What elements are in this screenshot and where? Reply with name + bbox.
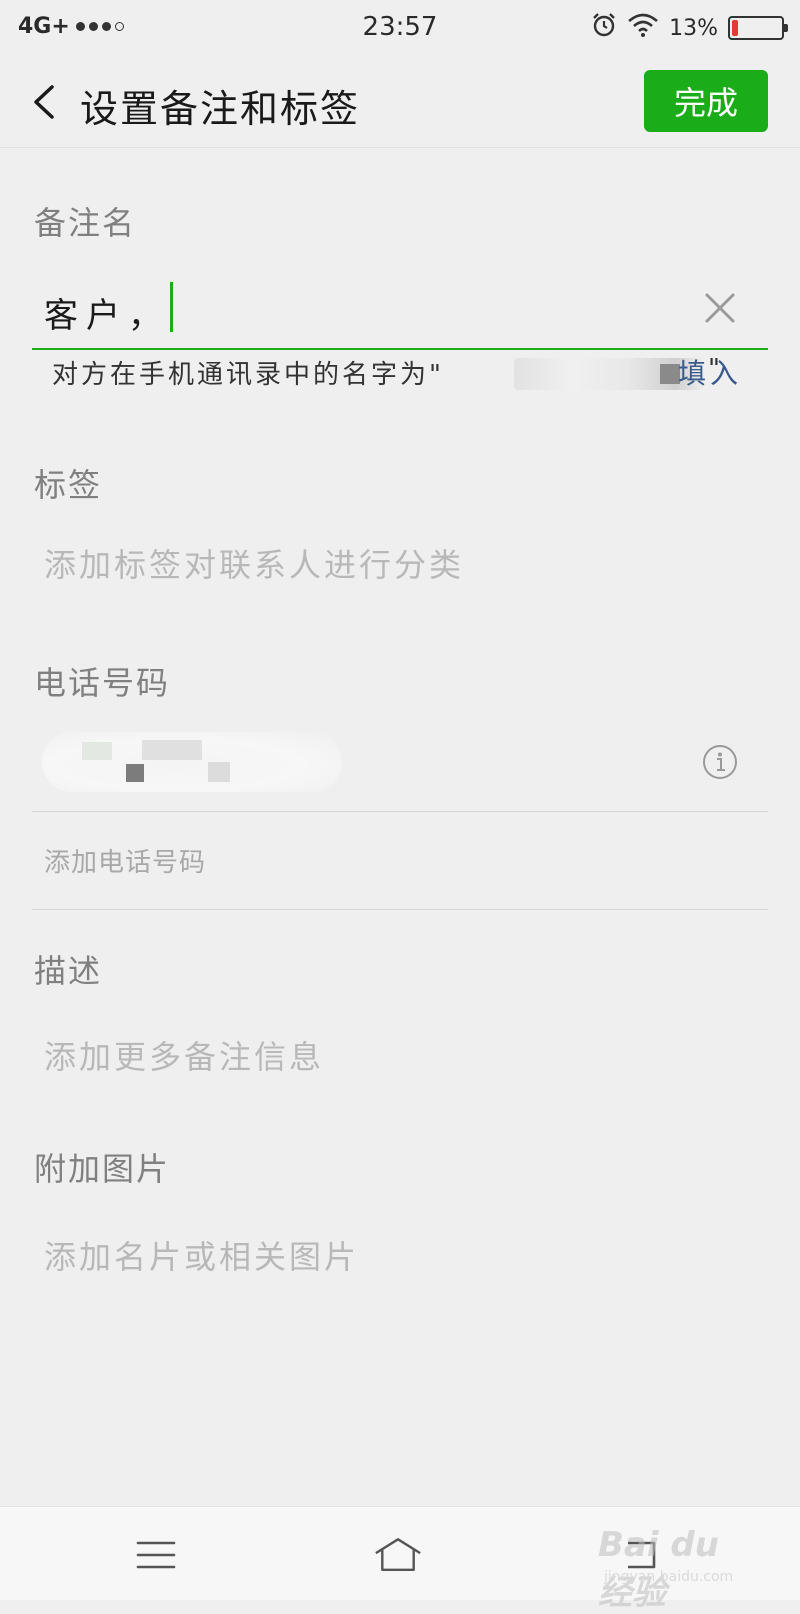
battery-percent: 13% [669, 15, 718, 41]
hint-text: 对方在手机通讯录中的名字为" [52, 360, 444, 390]
close-icon [705, 293, 735, 323]
text-caret [170, 282, 173, 332]
battery-level [732, 20, 738, 36]
battery-icon [728, 16, 788, 40]
header: 设置备注和标签 完成 [0, 56, 800, 148]
home-button[interactable] [374, 1531, 422, 1579]
add-tags-field[interactable]: 添加标签对联系人进行分类 [44, 540, 464, 586]
page-title: 设置备注和标签 [80, 87, 361, 131]
blurred-contact-name [514, 358, 704, 390]
tags-label: 标签 [34, 466, 103, 504]
add-phone-button[interactable]: 添加电话号码 [44, 842, 206, 879]
fill-in-link[interactable]: 填入 [678, 352, 742, 392]
status-icons: 13% [591, 12, 788, 44]
done-button[interactable]: 完成 [644, 70, 768, 132]
contact-name-hint: 对方在手机通讯录中的名字为" " 填入 [52, 350, 762, 396]
blurred-phone-number [42, 732, 342, 792]
wifi-icon [627, 13, 659, 43]
add-image-field[interactable]: 添加名片或相关图片 [44, 1232, 359, 1278]
phone-number-row[interactable] [32, 716, 768, 812]
description-field[interactable]: 添加更多备注信息 [44, 1032, 324, 1078]
chevron-left-icon [34, 85, 54, 119]
home-icon [375, 1538, 421, 1571]
description-label: 描述 [34, 952, 103, 990]
menu-icon [136, 1541, 176, 1569]
status-bar: 4G+ 23:57 13% [0, 0, 800, 56]
remark-name-input[interactable]: 客户， [32, 270, 768, 350]
watermark-url: jingyan.baidu.com [604, 1569, 734, 1585]
add-phone-row[interactable]: 添加电话号码 [32, 812, 768, 910]
remark-name-value[interactable]: 客户， [44, 288, 170, 337]
remark-label: 备注名 [34, 204, 137, 242]
info-icon[interactable] [700, 742, 740, 782]
navigation-bar: Bai du 经验 jingyan.baidu.com [0, 1506, 800, 1613]
clear-input-button[interactable] [700, 288, 740, 328]
alarm-icon [591, 12, 617, 44]
phone-label: 电话号码 [34, 664, 171, 702]
back-button[interactable] [24, 82, 64, 122]
attachment-label: 附加图片 [34, 1150, 171, 1188]
baidu-jingyan-watermark: Bai du 经验 jingyan.baidu.com [598, 1521, 748, 1613]
menu-button[interactable] [132, 1531, 180, 1579]
